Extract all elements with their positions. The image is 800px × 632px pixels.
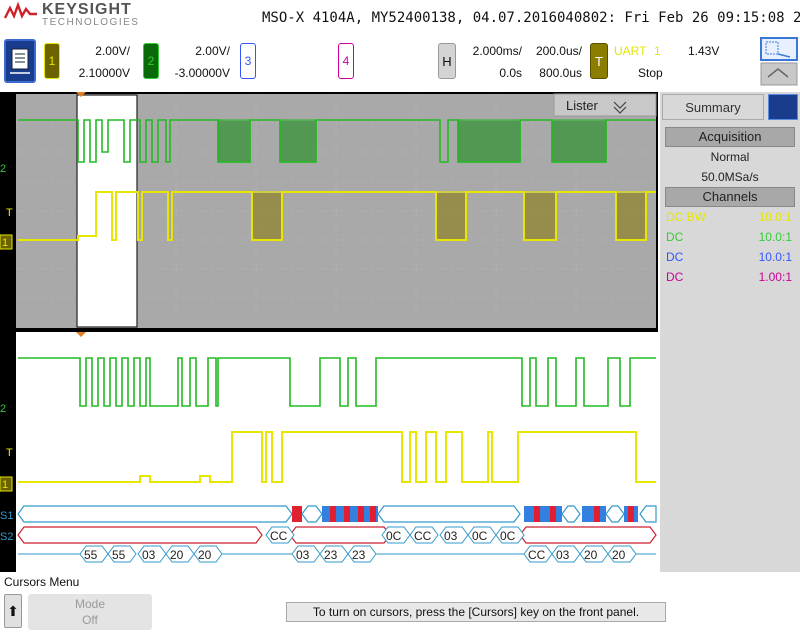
mode-softkey-value: Off [82, 613, 98, 627]
cursor-mode-softkey[interactable]: Mode Off [28, 594, 152, 630]
channel-1-settings: 2.00V/ 2.10000V [64, 40, 130, 84]
channel-3-button[interactable]: 3 [240, 43, 256, 79]
horizontal-delay: 0.0s [499, 66, 522, 80]
channel-3-coupling: DC [666, 250, 684, 264]
horizontal-time-div: 2.000ms/ [472, 44, 522, 58]
s1-byte: 0C [500, 529, 516, 543]
s1-byte: 0C [472, 529, 488, 543]
channels-heading: Channels [665, 187, 795, 207]
s2-byte: 20 [170, 548, 184, 562]
zoom-toggle-button[interactable] [760, 37, 798, 87]
waveform-display[interactable]: Lister CC 0C CC 03 0C 0C CC 55 55 03 20 … [0, 92, 658, 572]
s2-byte: 55 [112, 548, 126, 562]
softkey-menu-title: Cursors Menu [4, 575, 80, 589]
lister-label: Lister [566, 98, 598, 113]
zoom-window [16, 332, 658, 572]
channel-3-number: 3 [244, 54, 252, 68]
summary-tab[interactable]: Summary [662, 94, 764, 120]
channel-1-coupling: DC BW [666, 210, 706, 224]
channel-2-number: 2 [147, 54, 155, 68]
zoom-settings: 200.0us/ 800.0us [526, 40, 582, 84]
s2-byte: 03 [142, 548, 156, 562]
trigger-level: 1.43V [688, 44, 720, 58]
channel-2-scale: 2.00V/ [195, 44, 230, 58]
s1-byte: CC [528, 548, 546, 562]
ch1-ground-marker: 1 [2, 237, 8, 249]
s1-byte: 03 [444, 529, 458, 543]
channel-2-coupling: DC [666, 230, 684, 244]
channel-2-button[interactable]: 2 [143, 43, 159, 79]
zoom-time-div: 200.0us/ [535, 44, 582, 58]
s2-byte: 03 [296, 548, 310, 562]
status-message: To turn on cursors, press the [Cursors] … [286, 602, 666, 622]
panel-menu-icon[interactable] [768, 94, 798, 120]
s2-byte: 20 [198, 548, 212, 562]
ch2-zoom-marker: 2 [0, 403, 6, 415]
zoom-region[interactable] [76, 94, 138, 328]
horizontal-label: H [442, 53, 452, 69]
trigger-level-marker: T [6, 207, 13, 219]
s2-byte: 23 [324, 548, 338, 562]
trigger-zoom-marker: T [6, 447, 13, 459]
menu-up-button[interactable]: ⬆ [4, 594, 22, 628]
trigger-source: 1 [654, 44, 661, 58]
channel-4-button[interactable]: 4 [338, 43, 354, 79]
acquisition-heading: Acquisition [665, 127, 795, 147]
s1-marker: S1 [0, 510, 13, 522]
summary-tab-label: Summary [685, 99, 741, 115]
channel-1-number: 1 [48, 54, 56, 68]
summary-panel [660, 92, 800, 572]
channel-2-settings: 2.00V/ -3.00000V [164, 40, 230, 84]
acquisition-mode: Normal [710, 150, 750, 164]
s1-byte: 0C [386, 529, 402, 543]
brand-subtitle: TECHNOLOGIES [42, 17, 140, 28]
channel-4-coupling: DC [666, 270, 684, 284]
s2-byte: 03 [556, 548, 570, 562]
s1-byte: CC [414, 529, 432, 543]
channel-3-probe: 10.0:1 [758, 250, 792, 264]
menu-icon [10, 48, 30, 74]
horizontal-settings: 2.000ms/ 0.0s [460, 40, 522, 84]
channel-1-scale: 2.00V/ [95, 44, 130, 58]
s2-byte: 20 [584, 548, 598, 562]
s2-byte: 20 [612, 548, 626, 562]
s1-byte: CC [270, 529, 288, 543]
channel-4-number: 4 [342, 54, 350, 68]
main-menu-button[interactable] [4, 39, 36, 83]
s2-byte: 23 [352, 548, 366, 562]
arrow-up-icon: ⬆ [7, 602, 19, 619]
channel-2-offset: -3.00000V [174, 66, 230, 80]
zoom-delay: 800.0us [539, 66, 582, 80]
channel-4-probe: 1.00:1 [758, 270, 792, 284]
sample-rate: 50.0MSa/s [701, 170, 759, 184]
acquisition-state: Stop [638, 66, 663, 80]
mode-softkey-label: Mode [74, 597, 106, 611]
channel-2-probe: 10.0:1 [758, 230, 792, 244]
trigger-label: T [595, 53, 603, 69]
ch1-zoom-marker: 1 [2, 479, 8, 491]
channel-1-button[interactable]: 1 [44, 43, 60, 79]
trigger-button[interactable]: T [590, 43, 608, 79]
s2-marker: S2 [0, 531, 13, 543]
horizontal-button[interactable]: H [438, 43, 456, 79]
channel-1-probe: 10.0:1 [758, 210, 792, 224]
keysight-logo-icon [4, 2, 37, 20]
s2-byte: 55 [84, 548, 98, 562]
channel-1-offset: 2.10000V [78, 66, 130, 80]
ch2-ground-marker: 2 [0, 163, 6, 175]
s2-decode-labels: 55 55 03 20 20 03 23 23 03 20 20 [18, 545, 656, 563]
instrument-info: MSO-X 4104A, MY52400138, 04.07.201604080… [262, 10, 800, 26]
trigger-type: UART [614, 44, 647, 58]
